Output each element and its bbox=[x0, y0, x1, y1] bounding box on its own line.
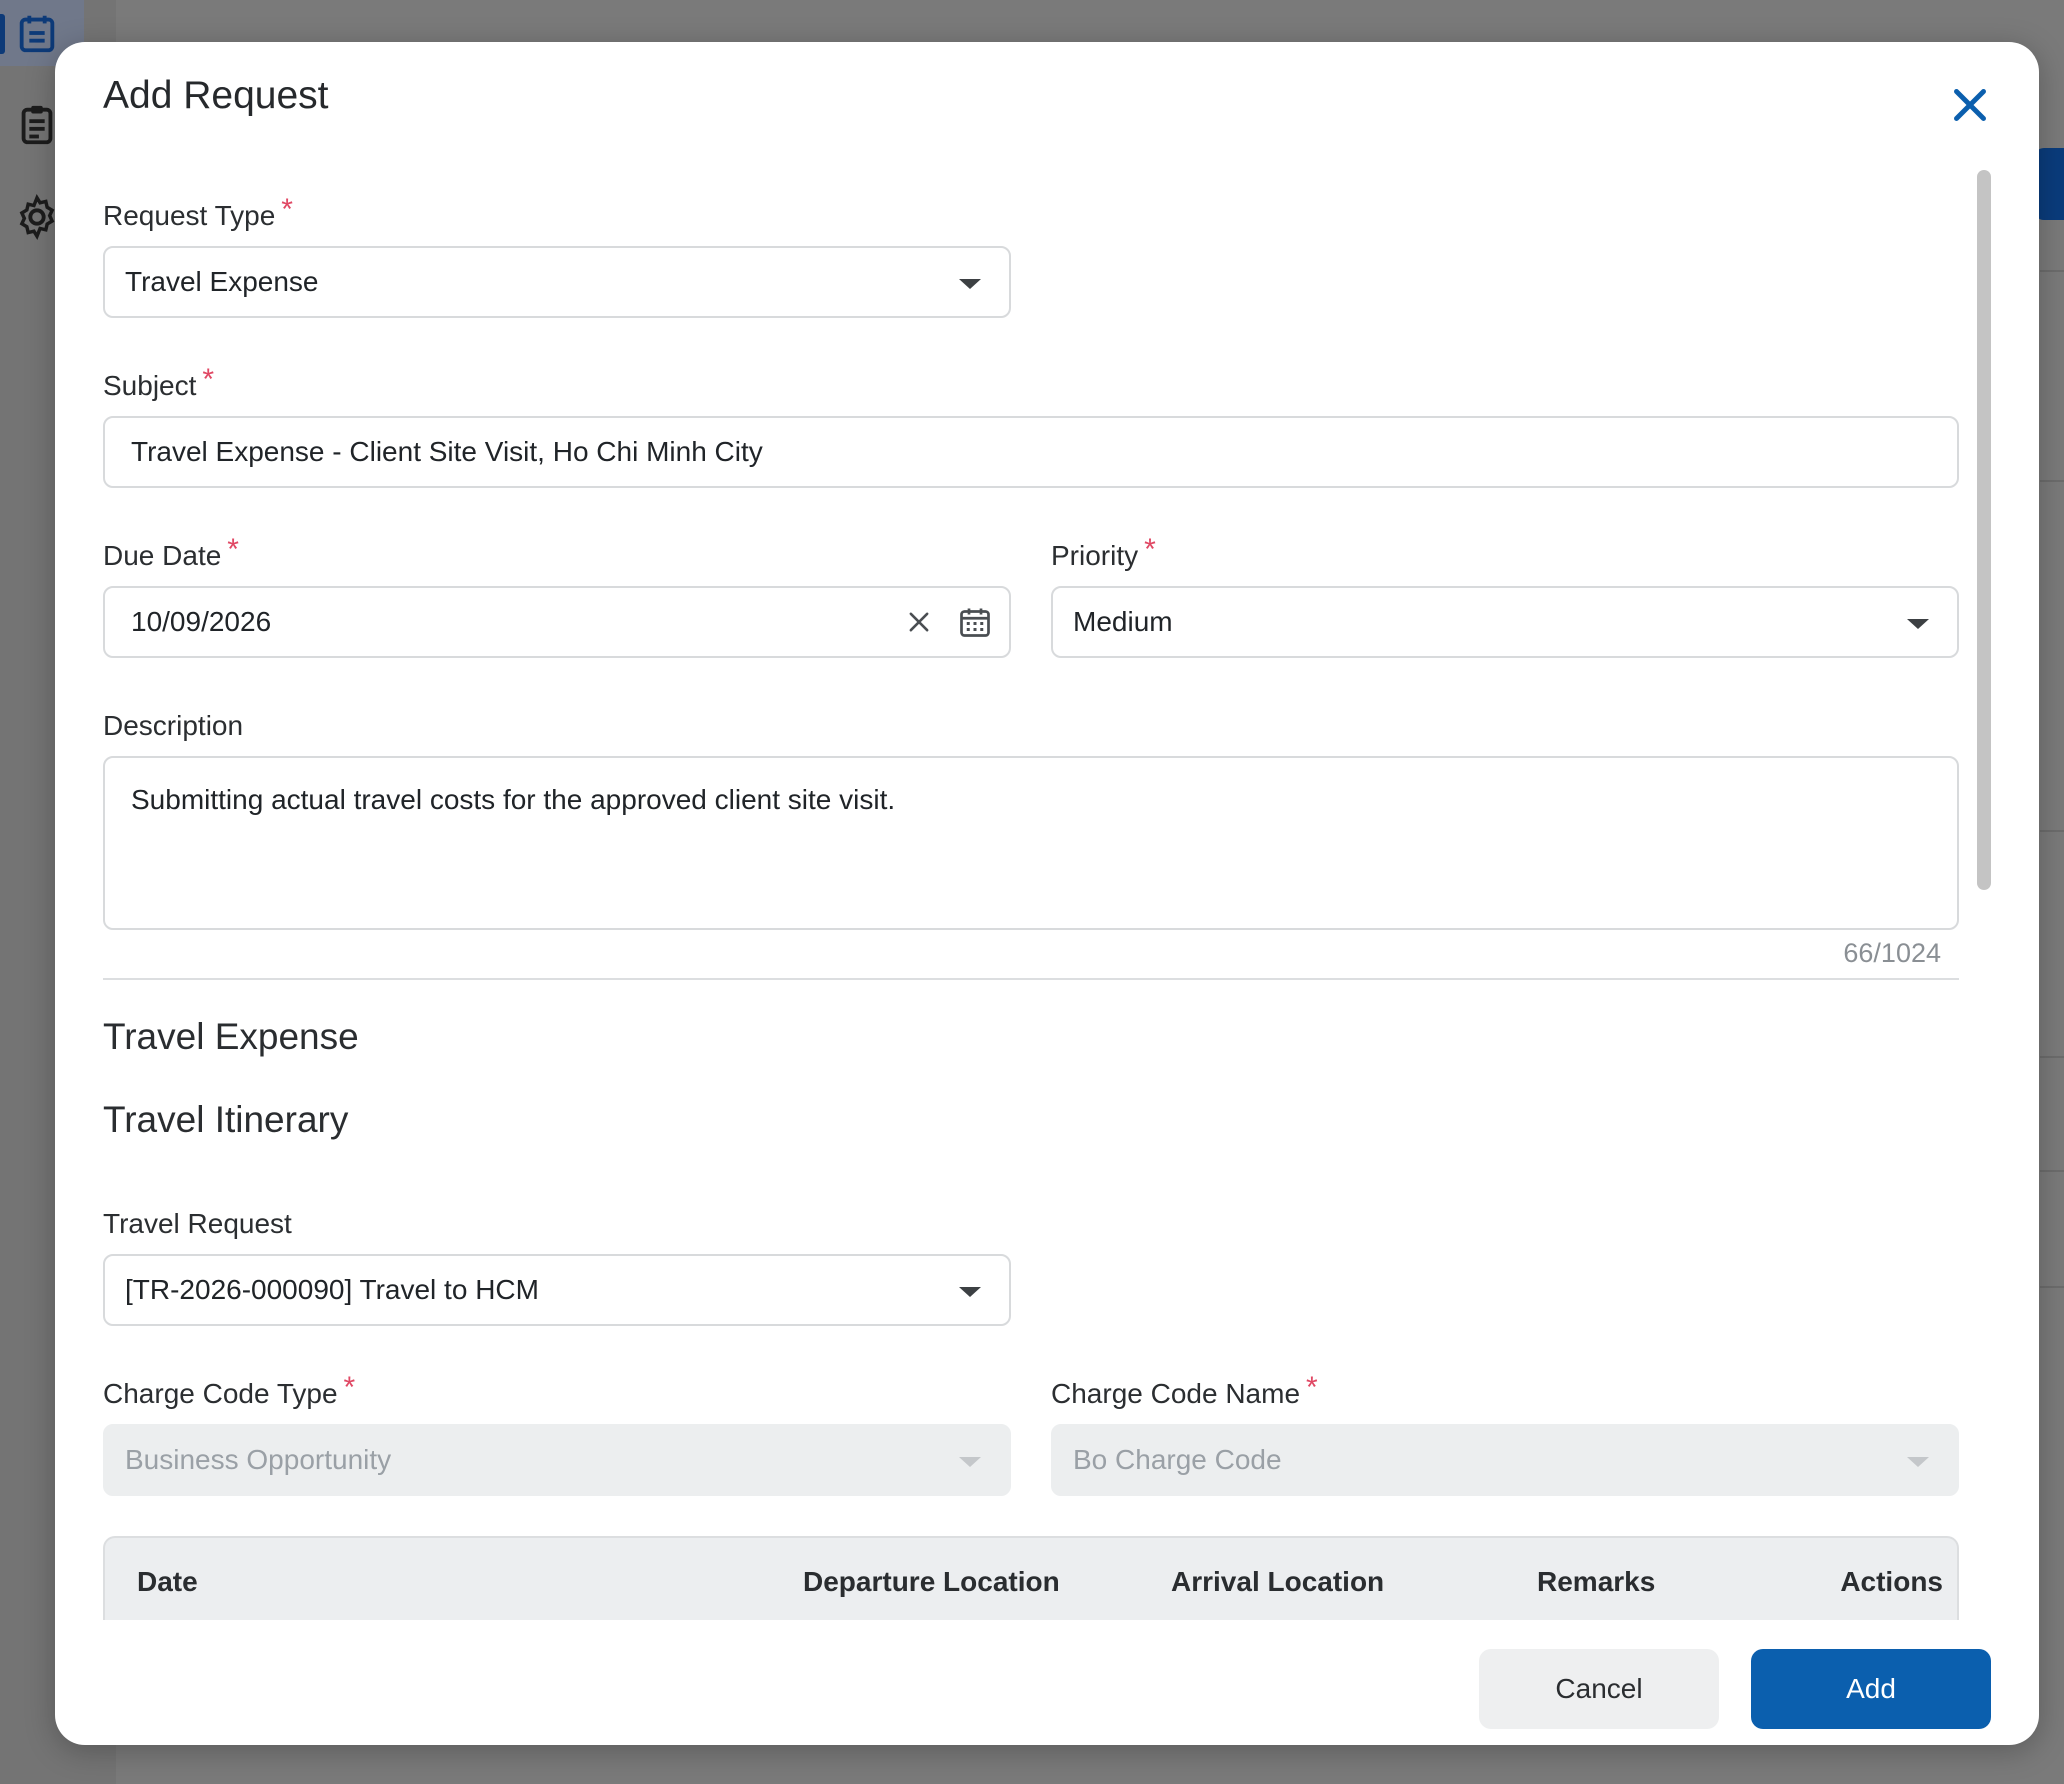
priority-select[interactable]: Medium bbox=[1051, 586, 1959, 658]
dialog-scrollbar[interactable] bbox=[1977, 170, 1991, 1624]
charge-code-name-label: Charge Code Name * bbox=[1051, 1371, 1318, 1411]
background-divider bbox=[2040, 480, 2064, 482]
clear-icon[interactable] bbox=[905, 608, 933, 636]
calendar-icon[interactable] bbox=[957, 604, 993, 640]
charge-code-type-label-text: Charge Code Type bbox=[103, 1378, 338, 1409]
charge-code-name-value: Bo Charge Code bbox=[1073, 1444, 1282, 1475]
due-date-label-text: Due Date bbox=[103, 540, 222, 571]
subject-label-text: Subject bbox=[103, 370, 197, 401]
background-divider bbox=[2040, 1286, 2064, 1288]
travel-itinerary-heading: Travel Itinerary bbox=[103, 1099, 349, 1140]
travel-request-value: [TR-2026-000090] Travel to HCM bbox=[125, 1274, 539, 1305]
scrollbar-thumb[interactable] bbox=[1977, 170, 1991, 890]
request-type-label: Request Type * bbox=[103, 193, 293, 233]
priority-label: Priority * bbox=[1051, 533, 1156, 573]
charge-code-name-label-text: Charge Code Name bbox=[1051, 1378, 1301, 1409]
chevron-down-icon bbox=[1907, 619, 1929, 629]
column-header-actions: Actions bbox=[1840, 1566, 1943, 1597]
request-type-label-text: Request Type bbox=[103, 200, 276, 231]
required-marker: * bbox=[227, 533, 239, 566]
due-date-input[interactable]: 10/09/2026 bbox=[103, 586, 1011, 658]
subject-input[interactable]: Travel Expense - Client Site Visit, Ho C… bbox=[103, 416, 1959, 488]
chevron-down-icon bbox=[959, 1287, 981, 1297]
required-marker: * bbox=[202, 363, 215, 396]
background-divider bbox=[2040, 270, 2064, 272]
section-divider bbox=[103, 978, 1959, 980]
clipboard-icon[interactable] bbox=[14, 102, 60, 148]
cancel-button[interactable]: Cancel bbox=[1479, 1649, 1719, 1729]
calendar-list-icon bbox=[19, 15, 55, 53]
chevron-down-icon bbox=[959, 1457, 981, 1467]
travel-request-label: Travel Request bbox=[103, 1208, 292, 1239]
due-date-label: Due Date * bbox=[103, 533, 239, 573]
column-header-date: Date bbox=[137, 1566, 198, 1597]
required-marker: * bbox=[1144, 533, 1156, 566]
request-type-select[interactable]: Travel Expense bbox=[103, 246, 1011, 318]
itinerary-table-header: Date Departure Location Arrival Location… bbox=[103, 1536, 1959, 1620]
column-header-arrival-location: Arrival Location bbox=[1171, 1566, 1385, 1597]
request-type-value: Travel Expense bbox=[125, 266, 319, 297]
active-indicator bbox=[0, 14, 5, 54]
required-marker: * bbox=[343, 1371, 356, 1404]
charge-code-name-select[interactable]: Bo Charge Code bbox=[1051, 1424, 1959, 1496]
required-marker: * bbox=[1306, 1371, 1318, 1404]
due-date-value: 10/09/2026 bbox=[131, 606, 272, 637]
charge-code-type-value: Business Opportunity bbox=[125, 1444, 392, 1475]
description-textarea[interactable]: Submitting actual travel costs for the a… bbox=[103, 756, 1959, 930]
background-divider bbox=[2040, 1170, 2064, 1172]
add-button[interactable]: Add bbox=[1751, 1649, 1991, 1729]
column-header-remarks: Remarks bbox=[1537, 1566, 1656, 1597]
required-marker: * bbox=[281, 193, 293, 226]
travel-request-select[interactable]: [TR-2026-000090] Travel to HCM bbox=[103, 1254, 1011, 1326]
character-counter: 66/1024 bbox=[1843, 938, 1941, 968]
dialog-body: Request Type * Travel Expense Subject * Tr… bbox=[103, 42, 1959, 1620]
priority-label-text: Priority bbox=[1051, 540, 1139, 571]
gear-icon[interactable] bbox=[14, 194, 60, 240]
priority-value: Medium bbox=[1073, 606, 1173, 637]
description-label: Description bbox=[103, 710, 244, 741]
background-divider bbox=[2040, 1056, 2064, 1058]
add-request-dialog: Add Request Request Type * Travel Expense… bbox=[55, 42, 2039, 1745]
subject-value: Travel Expense - Client Site Visit, Ho C… bbox=[131, 436, 763, 467]
column-header-departure-location: Departure Location bbox=[803, 1566, 1060, 1597]
charge-code-type-select[interactable]: Business Opportunity bbox=[103, 1424, 1011, 1496]
chevron-down-icon bbox=[1907, 1457, 1929, 1467]
charge-code-type-label: Charge Code Type * bbox=[103, 1371, 355, 1411]
background-divider bbox=[2040, 830, 2064, 832]
travel-expense-heading: Travel Expense bbox=[103, 1016, 359, 1057]
chevron-down-icon bbox=[959, 279, 981, 289]
subject-label: Subject * bbox=[103, 363, 214, 403]
